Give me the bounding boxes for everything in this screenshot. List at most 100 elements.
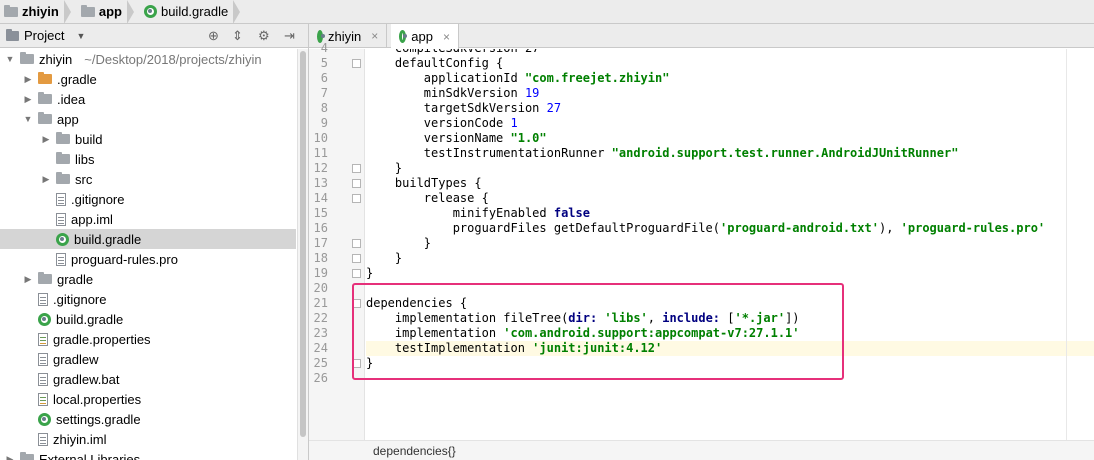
tree-item[interactable]: ▶ .gradle <box>0 69 296 89</box>
breadcrumb-file[interactable]: build.gradle <box>134 0 241 24</box>
folder-icon <box>38 72 52 84</box>
code-line[interactable]: targetSdkVersion 27 <box>366 101 1094 116</box>
tree-item[interactable]: ▶ src <box>0 169 296 189</box>
tree-item[interactable]: ▼ zhiyin ~/Desktop/2018/projects/zhiyin <box>0 49 296 69</box>
code-line[interactable]: defaultConfig { <box>366 56 1094 71</box>
folder-icon <box>20 52 34 64</box>
code-token: defaultConfig { <box>366 56 504 70</box>
hide-icon[interactable]: ⇥ <box>284 28 295 44</box>
line-number: 26 <box>313 371 328 385</box>
tree-item-label: libs <box>75 151 95 167</box>
tree-item[interactable]: local.properties <box>0 389 296 409</box>
chevron-down-icon[interactable]: ▼ <box>22 114 34 124</box>
code-line[interactable]: versionName "1.0" <box>366 131 1094 146</box>
close-icon[interactable]: × <box>371 29 378 43</box>
fold-marker-icon[interactable] <box>352 269 361 278</box>
code-token: versionName <box>366 131 511 145</box>
tree-item[interactable]: .gitignore <box>0 189 296 209</box>
chevron-right-icon[interactable]: ▶ <box>40 134 52 145</box>
project-view-icon <box>6 28 19 41</box>
scrollbar-thumb[interactable] <box>300 51 306 437</box>
fold-marker-icon[interactable] <box>352 164 361 173</box>
tree-item[interactable]: ▼ app <box>0 109 296 129</box>
tree-item[interactable]: proguard-rules.pro <box>0 249 296 269</box>
code-line[interactable]: } <box>366 236 1094 251</box>
tree-item[interactable]: libs <box>0 149 296 169</box>
line-number-gutter[interactable]: 4 5 6 7 8 9 10 11 12 13 14 15 16 17 18 19 20 21 22 23 24 25 26 <box>309 41 365 440</box>
code-token: buildTypes { <box>366 176 482 190</box>
tree-item[interactable]: build.gradle <box>0 309 296 329</box>
breadcrumb-module[interactable]: app <box>71 0 135 24</box>
tree-item[interactable]: gradle.properties <box>0 329 296 349</box>
code-line[interactable]: } <box>366 161 1094 176</box>
code-line[interactable]: } <box>366 251 1094 266</box>
line-number: 18 <box>313 251 328 265</box>
tab-app[interactable]: app × <box>391 24 459 49</box>
folder-icon <box>38 92 52 104</box>
chevron-right-icon[interactable]: ▶ <box>22 74 34 85</box>
tree-scrollbar[interactable] <box>297 49 308 460</box>
tree-item[interactable]: ▶ gradle <box>0 269 296 289</box>
code-line[interactable]: testInstrumentationRunner "android.suppo… <box>366 146 1094 161</box>
fold-marker-icon[interactable] <box>352 194 361 203</box>
tree-item-path: ~/Desktop/2018/projects/zhiyin <box>84 51 262 67</box>
tree-item-label: src <box>75 171 93 187</box>
code-line[interactable]: minifyEnabled false <box>366 206 1094 221</box>
code-token: versionCode <box>366 116 511 130</box>
tree-item-label: .gitignore <box>71 191 125 207</box>
breadcrumb-project[interactable]: zhiyin <box>0 0 71 24</box>
close-icon[interactable]: × <box>443 30 450 44</box>
navigation-bar: zhiyin app build.gradle <box>0 0 1094 24</box>
tree-item[interactable]: .gitignore <box>0 289 296 309</box>
tree-item[interactable]: ▶ build <box>0 129 296 149</box>
code-line[interactable]: versionCode 1 <box>366 116 1094 131</box>
fold-marker-icon[interactable] <box>352 254 361 263</box>
file-icon <box>38 352 48 366</box>
breadcrumb-file-label: build.gradle <box>160 4 229 19</box>
line-number: 8 <box>320 101 328 115</box>
tree-item[interactable]: app.iml <box>0 209 296 229</box>
code-line[interactable]: minSdkVersion 19 <box>366 86 1094 101</box>
project-view-label[interactable]: Project <box>24 28 64 43</box>
tree-item[interactable]: build.gradle <box>0 229 296 249</box>
code-token: 'proguard-rules.pro' <box>900 221 1046 235</box>
code-line[interactable]: applicationId "com.freejet.zhiyin" <box>366 71 1094 86</box>
chevron-right-icon[interactable]: ▶ <box>4 454 16 460</box>
code-token: proguardFiles getDefaultProguardFile( <box>366 221 721 235</box>
crosshair-icon[interactable]: ⊕ <box>208 28 219 44</box>
chevron-right-icon[interactable]: ▶ <box>22 274 34 285</box>
code-token: } <box>366 236 432 250</box>
chevron-right-icon[interactable]: ▶ <box>22 94 34 105</box>
tree-item-label: gradlew <box>53 351 99 367</box>
file-icon <box>56 252 66 266</box>
tree-item-label: proguard-rules.pro <box>71 251 178 267</box>
fold-marker-icon[interactable] <box>352 239 361 248</box>
code-line[interactable]: compileSdkVersion 27 <box>366 49 1094 56</box>
code-token: ), <box>878 221 901 235</box>
tree-item[interactable]: gradlew <box>0 349 296 369</box>
tree-item[interactable]: settings.gradle <box>0 409 296 429</box>
code-line[interactable]: proguardFiles getDefaultProguardFile( 'pr… <box>366 221 1094 236</box>
collapse-icon[interactable]: ⇕ <box>232 28 243 44</box>
chevron-down-icon[interactable]: ▼ <box>4 54 16 64</box>
chevron-down-icon[interactable]: ▼ <box>76 31 85 41</box>
tree-item[interactable]: zhiyin.iml <box>0 429 296 449</box>
gear-icon[interactable]: ⚙ <box>258 28 270 44</box>
tree-item[interactable]: ▶ External Libraries <box>0 449 296 460</box>
chevron-right-icon[interactable]: ▶ <box>40 174 52 185</box>
line-number: 15 <box>313 206 328 220</box>
tree-item[interactable]: gradlew.bat <box>0 369 296 389</box>
line-number: 10 <box>313 131 328 145</box>
fold-marker-icon[interactable] <box>352 59 361 68</box>
code-editor[interactable]: compileSdkVersion 27 defaultConfig { app… <box>366 49 1094 440</box>
code-line[interactable]: } <box>366 266 1094 281</box>
code-breadcrumb[interactable]: dependencies{} <box>373 444 456 458</box>
fold-marker-icon[interactable] <box>352 179 361 188</box>
folder-icon <box>80 4 95 17</box>
line-number: 17 <box>313 236 328 250</box>
tree-item[interactable]: ▶ .idea <box>0 89 296 109</box>
code-line[interactable]: buildTypes { <box>366 176 1094 191</box>
gradle-icon <box>143 5 157 18</box>
properties-file-icon <box>38 332 48 346</box>
code-line[interactable]: release { <box>366 191 1094 206</box>
